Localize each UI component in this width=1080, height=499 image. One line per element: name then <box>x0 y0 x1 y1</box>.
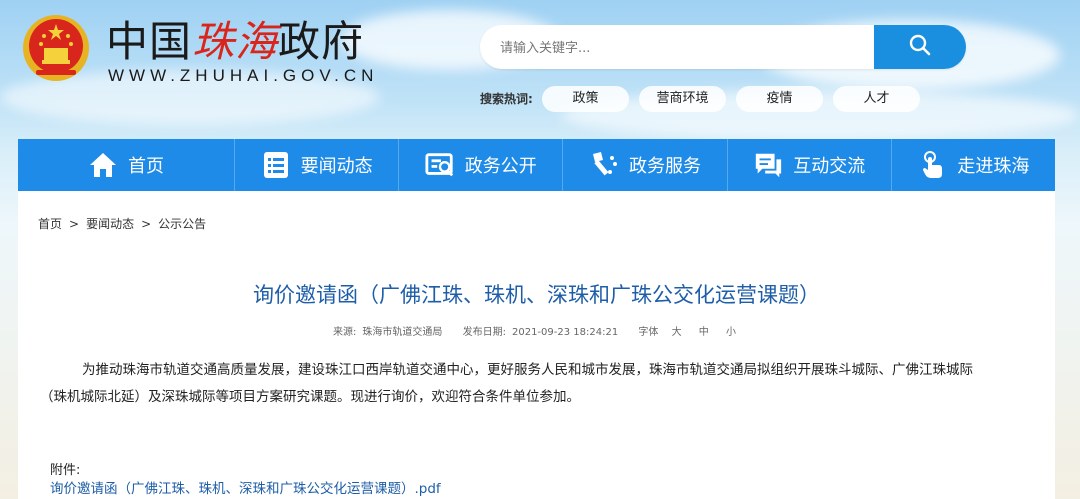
search-input[interactable] <box>498 35 872 61</box>
national-emblem-icon <box>22 14 90 82</box>
home-icon <box>88 150 118 180</box>
hot-tag-policy[interactable]: 政策 <box>542 86 629 112</box>
hand-pointer-icon <box>917 150 947 180</box>
article-body: 为推动珠海市轨道交通高质量发展，建设珠江口西岸轨道交通中心，更好服务人民和城市发… <box>40 357 1014 411</box>
body-paragraph-line: 为推动珠海市轨道交通高质量发展，建设珠江口西岸轨道交通中心，更好服务人民和城市发… <box>82 362 973 378</box>
date-value: 2021-09-23 18:24:21 <box>511 327 619 338</box>
article-meta: 来源: 珠海市轨道交通局 发布日期: 2021-09-23 18:24:21 字体 … <box>18 323 1055 338</box>
nav-label: 首页 <box>128 156 164 177</box>
site-name: 中国珠海政府 <box>106 16 364 68</box>
site-name-part: 中国 <box>106 17 193 66</box>
site-url: WWW.ZHUHAI.GOV.CN <box>108 66 379 85</box>
breadcrumb-news[interactable]: 要闻动态 <box>86 217 134 231</box>
font-size-small[interactable]: 小 <box>726 327 736 338</box>
source-value: 珠海市轨道交通局 <box>362 327 443 338</box>
service-icon <box>589 150 619 180</box>
font-size-medium[interactable]: 中 <box>699 327 709 338</box>
nav-label: 要闻动态 <box>300 156 373 177</box>
nav-item-interaction[interactable]: 互动交流 <box>728 139 892 191</box>
nav-label: 互动交流 <box>793 156 866 177</box>
date-label: 发布日期: <box>462 327 506 338</box>
nav-item-services[interactable]: 政务服务 <box>563 139 728 191</box>
article-title: 询价邀请函（广佛江珠、珠机、深珠和广珠公交化运营课题） <box>253 283 820 307</box>
hot-tag-talent[interactable]: 人才 <box>833 86 920 112</box>
hot-tag-epidemic[interactable]: 疫情 <box>736 86 823 112</box>
article-panel: 首页 > 要闻动态 > 公示公告 询价邀请函（广佛江珠、珠机、深珠和广珠公交化运营课题）… <box>18 191 1055 499</box>
font-size-label: 字体 <box>638 327 659 338</box>
body-paragraph-line: （珠机城际北延）及深珠城际等项目方案研究课题。现进行询价，欢迎符合条件单位参加。 <box>40 389 580 405</box>
news-list-icon <box>261 150 291 180</box>
document-search-icon <box>425 150 455 180</box>
hot-search-label: 搜索热词: <box>480 92 533 106</box>
hot-tag-business[interactable]: 营商环境 <box>639 86 726 112</box>
search-icon <box>908 33 932 61</box>
site-name-city: 珠海 <box>192 17 279 66</box>
main-nav: 首页 要闻动态 政务公开 政务服务 互动交流 走进珠海 <box>18 139 1055 191</box>
search-box <box>480 25 966 69</box>
nav-label: 走进珠海 <box>957 156 1030 177</box>
site-name-part: 政府 <box>278 17 365 66</box>
font-size-large[interactable]: 大 <box>672 327 682 338</box>
breadcrumb-home[interactable]: 首页 <box>38 217 62 231</box>
breadcrumb: 首页 > 要闻动态 > 公示公告 <box>38 215 206 232</box>
search-button[interactable] <box>874 25 966 69</box>
breadcrumb-separator: > <box>141 217 152 231</box>
attachment-label: 附件: <box>50 463 81 478</box>
nav-label: 政务服务 <box>629 156 701 177</box>
nav-item-news[interactable]: 要闻动态 <box>235 139 400 191</box>
source-label: 来源: <box>333 327 357 338</box>
nav-label: 政务公开 <box>464 156 537 177</box>
chat-icon <box>753 150 783 180</box>
breadcrumb-announcements[interactable]: 公示公告 <box>158 217 206 231</box>
nav-item-home[interactable]: 首页 <box>18 139 235 191</box>
nav-item-about-zhuhai[interactable]: 走进珠海 <box>892 139 1055 191</box>
breadcrumb-separator: > <box>69 217 80 231</box>
nav-item-open-gov[interactable]: 政务公开 <box>399 139 564 191</box>
attachment-link[interactable]: 询价邀请函（广佛江珠、珠机、深珠和广珠公交化运营课题）.pdf <box>50 477 441 497</box>
